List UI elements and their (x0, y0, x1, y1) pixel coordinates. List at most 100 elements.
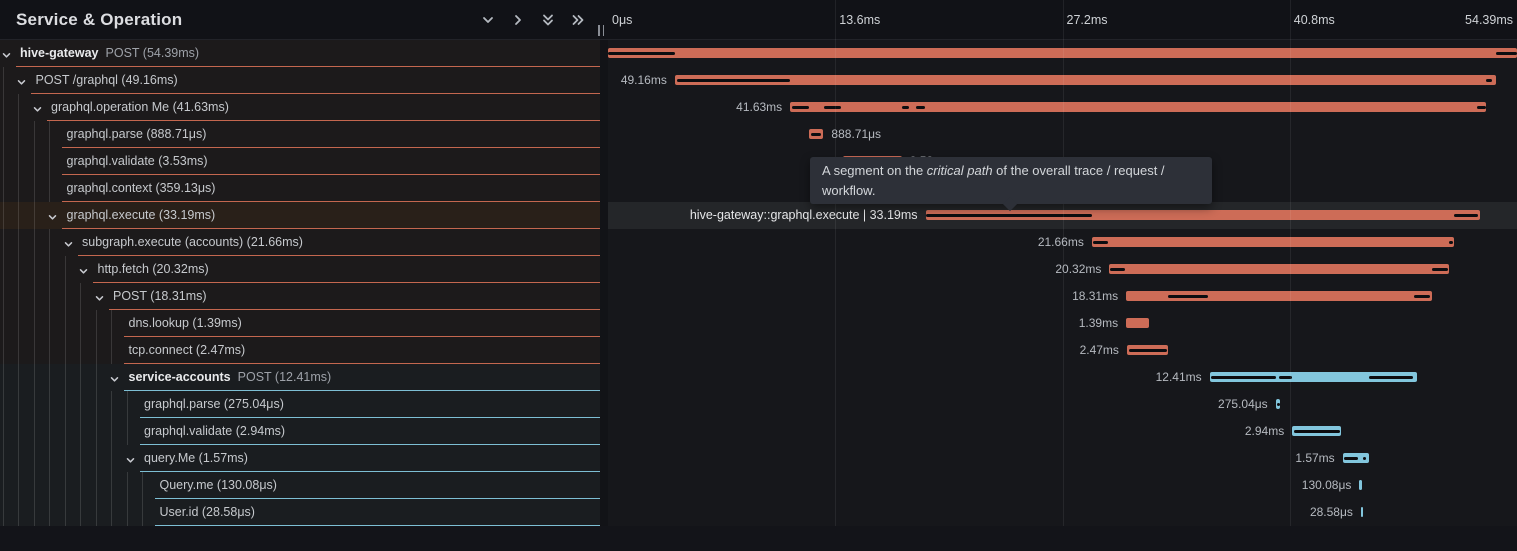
critical-path-segment (1168, 295, 1208, 299)
indent-guide (18, 472, 19, 499)
indent-guide (18, 202, 19, 229)
column-resizer-grip[interactable] (595, 24, 607, 37)
row-name-cell[interactable]: query.Me (1.57ms) (0, 445, 600, 472)
span-duration-label: 21.66ms (1038, 229, 1084, 256)
expand-chevron-icon[interactable] (16, 75, 27, 86)
critical-path-segment (792, 106, 809, 110)
critical-path-segment (1110, 268, 1125, 272)
expand-chevron-icon[interactable] (125, 453, 136, 464)
trace-rows-area: hive-gatewayPOST (54.39ms)POST /graphql … (0, 40, 1517, 526)
expand-chevron-icon[interactable] (78, 264, 89, 275)
service-operation-header: Service & Operation (0, 0, 600, 40)
row-name-cell[interactable]: Query.me (130.08μs) (0, 472, 600, 499)
indent-guide (18, 256, 19, 283)
span-name-label: graphql.context (359.13μs) (67, 175, 216, 202)
indent-guide (49, 121, 50, 148)
indent-guide (65, 472, 66, 499)
critical-path-segment (902, 106, 909, 110)
indent-guide (3, 67, 4, 94)
row-name-cell[interactable]: http.fetch (20.32ms) (0, 256, 600, 283)
critical-path-segment (1486, 79, 1492, 83)
row-name-cell[interactable]: graphql.context (359.13μs) (0, 175, 600, 202)
row-name-cell[interactable]: hive-gatewayPOST (54.39ms) (0, 40, 600, 67)
double-chevron-down-icon[interactable] (539, 12, 556, 29)
indent-guide (34, 337, 35, 364)
critical-path-segment (677, 79, 791, 83)
span-duration-label: 1.39ms (1079, 310, 1118, 337)
row-name-cell[interactable]: POST (18.31ms) (0, 283, 600, 310)
row-name-cell[interactable]: User.id (28.58μs) (0, 499, 600, 526)
critical-path-segment (916, 106, 925, 110)
span-bar[interactable] (790, 102, 1486, 112)
indent-guide (18, 445, 19, 472)
row-name-cell[interactable]: tcp.connect (2.47ms) (0, 337, 600, 364)
row-name-cell[interactable]: graphql.validate (2.94ms) (0, 418, 600, 445)
indent-guide (3, 391, 4, 418)
indent-guide (80, 283, 81, 310)
critical-path-segment (1449, 241, 1452, 245)
indent-guide (80, 391, 81, 418)
indent-guide (65, 445, 66, 472)
indent-guide (96, 499, 97, 526)
indent-guide (34, 202, 35, 229)
row-name-cell[interactable]: subgraph.execute (accounts) (21.66ms) (0, 229, 600, 256)
indent-guide (3, 472, 4, 499)
indent-guide (18, 229, 19, 256)
row-name-cell[interactable]: graphql.validate (3.53ms) (0, 148, 600, 175)
indent-guide (34, 391, 35, 418)
page-title: Service & Operation (16, 10, 182, 30)
indent-guide (3, 283, 4, 310)
span-bar[interactable] (1126, 318, 1149, 328)
indent-guide (96, 472, 97, 499)
span-bar[interactable] (1109, 264, 1449, 274)
span-bar[interactable] (1092, 237, 1454, 247)
span-bar[interactable] (1359, 480, 1362, 490)
critical-path-segment (1344, 457, 1358, 461)
row-name-cell[interactable]: service-accountsPOST (12.41ms) (0, 364, 600, 391)
expand-chevron-icon[interactable] (1, 48, 12, 59)
indent-guide (18, 310, 19, 337)
span-name-label: graphql.parse (888.71μs) (67, 121, 207, 148)
indent-guide (3, 364, 4, 391)
span-name-label: graphql.operation Me (41.63ms) (51, 94, 229, 121)
span-name-label: Query.me (130.08μs) (160, 472, 277, 499)
chevron-right-icon[interactable] (509, 12, 526, 29)
row-name-cell[interactable]: graphql.execute (33.19ms) (0, 202, 600, 229)
expand-chevron-icon[interactable] (32, 102, 43, 113)
span-name-label: dns.lookup (1.39ms) (129, 310, 242, 337)
row-name-cell[interactable]: POST /graphql (49.16ms) (0, 67, 600, 94)
expand-chevron-icon[interactable] (109, 372, 120, 383)
indent-guide (3, 337, 4, 364)
critical-path-segment (926, 214, 1092, 218)
row-name-cell[interactable]: graphql.operation Me (41.63ms) (0, 94, 600, 121)
span-duration-label: 130.08μs (1302, 472, 1352, 499)
chevron-down-icon[interactable] (479, 12, 496, 29)
indent-guide (80, 418, 81, 445)
row-name-cell[interactable]: dns.lookup (1.39ms) (0, 310, 600, 337)
row-name-cell[interactable]: graphql.parse (888.71μs) (0, 121, 600, 148)
expand-chevron-icon[interactable] (47, 210, 58, 221)
indent-guide (49, 391, 50, 418)
indent-guide (65, 310, 66, 337)
indent-guide (34, 472, 35, 499)
indent-guide (18, 391, 19, 418)
indent-guide (96, 364, 97, 391)
indent-guide (49, 472, 50, 499)
expand-chevron-icon[interactable] (94, 291, 105, 302)
indent-guide (111, 310, 112, 337)
critical-path-segment (1477, 106, 1486, 110)
span-bar[interactable] (1361, 507, 1364, 517)
span-service-name: service-accounts (129, 370, 231, 384)
indent-guide (111, 391, 112, 418)
critical-path-segment (608, 52, 675, 56)
expand-chevron-icon[interactable] (63, 237, 74, 248)
indent-guide (3, 229, 4, 256)
indent-guide (3, 94, 4, 121)
indent-guide (142, 472, 143, 499)
row-name-cell[interactable]: graphql.parse (275.04μs) (0, 391, 600, 418)
span-name-label: service-accountsPOST (12.41ms) (129, 364, 332, 391)
critical-path-segment (1496, 52, 1517, 56)
double-chevron-right-icon[interactable] (569, 12, 586, 29)
critical-path-segment (1294, 430, 1340, 434)
span-bar[interactable] (675, 75, 1497, 85)
